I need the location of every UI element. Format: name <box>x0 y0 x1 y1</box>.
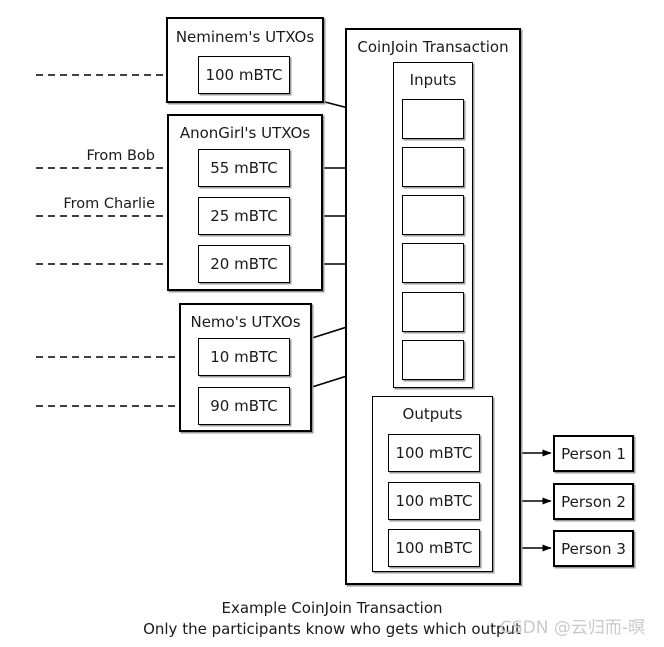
wallet-title-neminem: Neminem's UTXOs <box>175 28 315 46</box>
watermark-text: CSDN @云归而-暝 <box>500 618 646 638</box>
outputs-title: Outputs <box>402 405 463 423</box>
inputs-title: Inputs <box>409 71 457 89</box>
wallet-title-anongirl: AnonGirl's UTXOs <box>179 124 311 142</box>
utxo-anongirl-1: 25 mBTC <box>198 197 290 235</box>
incoming-label-from-charlie: From Charlie <box>63 196 155 212</box>
input-slot-2 <box>402 195 464 235</box>
output-entry-0: 100 mBTC <box>388 434 480 472</box>
input-slot-4 <box>402 292 464 332</box>
input-slot-1 <box>402 147 464 187</box>
incoming-label-from-bob: From Bob <box>86 148 155 164</box>
input-slot-5 <box>402 340 464 380</box>
coinjoin-diagram: Neminem's UTXOs 100 mBTC AnonGirl's UTXO… <box>0 0 664 647</box>
utxo-nemo-0: 10 mBTC <box>198 338 290 376</box>
output-entry-2: 100 mBTC <box>388 529 480 567</box>
output-entry-1: 100 mBTC <box>388 482 480 520</box>
utxo-nemo-1: 90 mBTC <box>198 387 290 425</box>
input-slot-3 <box>402 243 464 283</box>
utxo-neminem-0: 100 mBTC <box>198 56 290 94</box>
recipient-box-1: Person 2 <box>553 483 634 520</box>
wallet-title-nemo: Nemo's UTXOs <box>190 313 301 331</box>
utxo-anongirl-2: 20 mBTC <box>198 245 290 283</box>
input-slot-0 <box>402 99 464 139</box>
recipient-box-2: Person 3 <box>553 530 634 567</box>
utxo-anongirl-0: 55 mBTC <box>198 149 290 187</box>
coinjoin-transaction-title: CoinJoin Transaction <box>357 38 509 56</box>
recipient-box-0: Person 1 <box>553 435 634 472</box>
